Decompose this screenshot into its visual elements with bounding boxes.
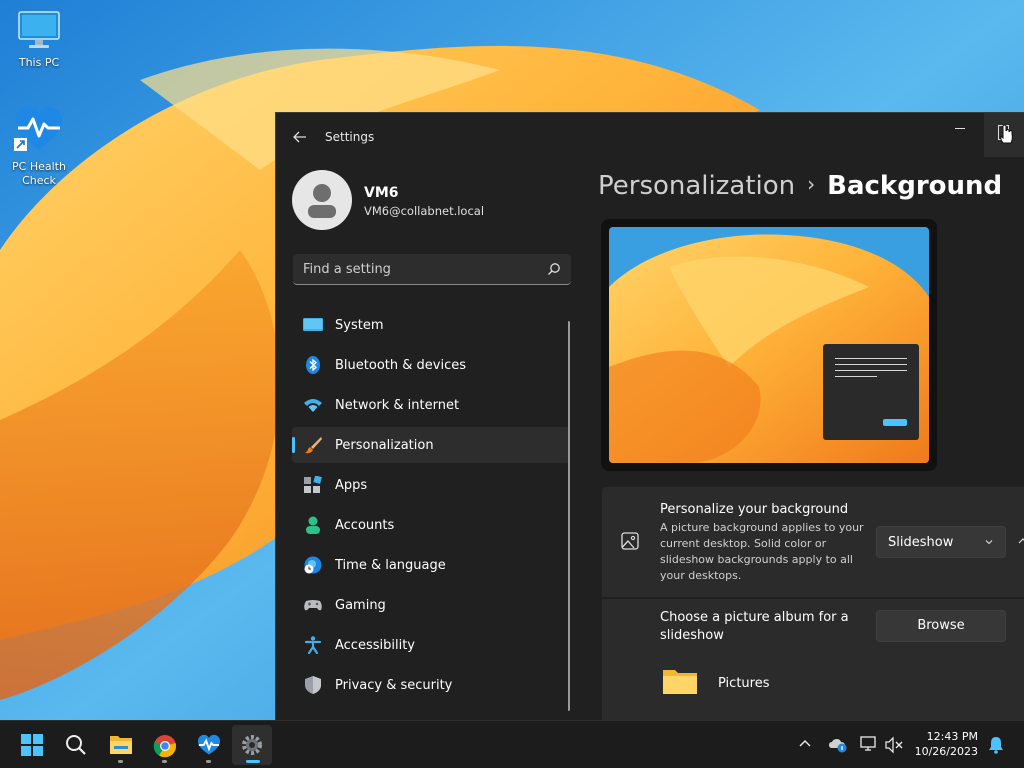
picture-album-card: Choose a picture album for a slideshow B… bbox=[602, 599, 1024, 720]
back-button[interactable] bbox=[286, 125, 314, 149]
sidebar-item-accessibility[interactable]: Accessibility bbox=[292, 627, 570, 663]
sidebar-item-time-language[interactable]: Time & language bbox=[292, 547, 570, 583]
taskbar-settings[interactable] bbox=[232, 725, 272, 765]
monitor-icon bbox=[18, 11, 60, 48]
taskbar-file-explorer[interactable] bbox=[100, 725, 140, 765]
personalize-background-card: Personalize your background A picture ba… bbox=[602, 487, 1024, 597]
sidebar-item-label: Gaming bbox=[335, 598, 386, 613]
folder-icon bbox=[663, 670, 697, 694]
sidebar-item-system[interactable]: System bbox=[292, 307, 570, 343]
sidebar-item-label: Accounts bbox=[335, 518, 395, 533]
sidebar-item-privacy[interactable]: Privacy & security bbox=[292, 667, 570, 703]
sidebar-item-label: Apps bbox=[335, 478, 368, 493]
sidebar-item-label: Network & internet bbox=[335, 398, 460, 413]
onedrive-icon[interactable] bbox=[828, 736, 848, 754]
chevron-up-icon[interactable] bbox=[798, 737, 812, 751]
notification-bell-icon[interactable] bbox=[988, 736, 1004, 754]
mouse-cursor-icon bbox=[1000, 124, 1013, 144]
page-title: Background bbox=[827, 171, 1003, 201]
taskbar-search-button[interactable] bbox=[56, 725, 96, 765]
accessibility-icon bbox=[304, 636, 322, 654]
breadcrumb-parent[interactable]: Personalization bbox=[598, 171, 795, 201]
chevron-up-icon[interactable] bbox=[1018, 536, 1024, 546]
heart-health-icon bbox=[14, 107, 62, 151]
preview-window-mockup bbox=[823, 344, 919, 440]
breadcrumb-separator: › bbox=[807, 172, 816, 196]
active-app-indicator bbox=[246, 760, 260, 763]
image-icon bbox=[621, 532, 639, 550]
sidebar-item-network[interactable]: Network & internet bbox=[292, 387, 570, 423]
sidebar-item-label: Time & language bbox=[335, 558, 446, 573]
desktop-icon-label: This PC bbox=[18, 56, 60, 69]
personalize-description: A picture background applies to your cur… bbox=[660, 521, 864, 582]
folder-label[interactable]: Pictures bbox=[718, 676, 769, 691]
avatar[interactable] bbox=[292, 170, 352, 230]
globe-clock-icon bbox=[304, 556, 322, 574]
bluetooth-icon bbox=[306, 356, 320, 374]
search-placeholder: Find a setting bbox=[303, 262, 391, 277]
browse-button[interactable]: Browse bbox=[876, 610, 1006, 642]
background-type-dropdown[interactable]: Slideshow bbox=[876, 526, 1006, 558]
sidebar-item-accounts[interactable]: Accounts bbox=[292, 507, 570, 543]
sidebar-item-personalization[interactable]: Personalization bbox=[292, 427, 570, 463]
search-icon[interactable] bbox=[547, 262, 561, 276]
gamepad-icon bbox=[304, 600, 322, 611]
desktop-icon-this-pc[interactable]: This PC bbox=[0, 10, 78, 70]
file-explorer-icon bbox=[110, 736, 132, 754]
dropdown-value: Slideshow bbox=[888, 535, 954, 550]
pc-health-icon bbox=[197, 734, 221, 755]
clock-time: 12:43 PM bbox=[926, 730, 978, 743]
sidebar-item-bluetooth[interactable]: Bluetooth & devices bbox=[292, 347, 570, 383]
taskbar-pc-health-check[interactable] bbox=[188, 725, 228, 765]
system-icon bbox=[303, 318, 323, 331]
minimize-button[interactable] bbox=[936, 121, 984, 149]
search-input[interactable]: Find a setting bbox=[293, 254, 571, 285]
volume-muted-icon[interactable] bbox=[884, 736, 904, 754]
running-indicator bbox=[118, 760, 123, 763]
sidebar-scrollbar[interactable] bbox=[568, 321, 570, 711]
system-clock[interactable]: 12:43 PM 10/26/2023 bbox=[912, 729, 978, 759]
sidebar-item-label: Personalization bbox=[335, 438, 434, 453]
shield-icon bbox=[305, 676, 321, 694]
search-icon bbox=[66, 735, 86, 755]
chevron-down-icon bbox=[985, 540, 993, 545]
sidebar-item-gaming[interactable]: Gaming bbox=[292, 587, 570, 623]
start-button[interactable] bbox=[12, 725, 52, 765]
person-icon bbox=[306, 516, 320, 534]
wifi-icon bbox=[304, 399, 322, 412]
desktop-icon-pc-health-check[interactable]: PC Health Check bbox=[0, 106, 78, 188]
breadcrumb: Personalization › Background bbox=[598, 171, 1002, 201]
sidebar-nav: System Bluetooth & devices Network & int… bbox=[292, 307, 570, 707]
background-preview bbox=[601, 219, 937, 471]
personalize-title: Personalize your background bbox=[660, 502, 849, 517]
start-icon bbox=[21, 734, 43, 756]
desktop-icon-label: PC Health Check bbox=[12, 160, 66, 187]
arrow-left-icon bbox=[293, 131, 306, 143]
taskbar-chrome[interactable] bbox=[144, 725, 184, 765]
settings-icon bbox=[242, 735, 262, 755]
taskbar: 12:43 PM 10/26/2023 bbox=[0, 720, 1024, 768]
album-title: Choose a picture album for a slideshow bbox=[660, 610, 849, 643]
display-network-icon[interactable] bbox=[860, 736, 880, 754]
user-email: VM6@collabnet.local bbox=[364, 204, 485, 218]
user-silhouette-icon bbox=[308, 184, 336, 218]
running-indicator bbox=[162, 760, 167, 763]
sidebar-item-label: System bbox=[335, 318, 384, 333]
sidebar-item-label: Accessibility bbox=[335, 638, 415, 653]
user-name: VM6 bbox=[364, 185, 399, 201]
title-bar: Settings bbox=[276, 113, 1024, 161]
clock-date: 10/26/2023 bbox=[914, 745, 978, 758]
sidebar-item-label: Privacy & security bbox=[335, 678, 453, 693]
settings-window: Settings VM6 VM6@collabnet.local Find a … bbox=[275, 112, 1024, 720]
sidebar-item-label: Bluetooth & devices bbox=[335, 358, 466, 373]
chrome-icon bbox=[153, 735, 177, 758]
window-title: Settings bbox=[325, 130, 375, 144]
apps-icon bbox=[304, 476, 322, 493]
brush-icon bbox=[305, 437, 322, 454]
sidebar-item-apps[interactable]: Apps bbox=[292, 467, 570, 503]
running-indicator bbox=[206, 760, 211, 763]
